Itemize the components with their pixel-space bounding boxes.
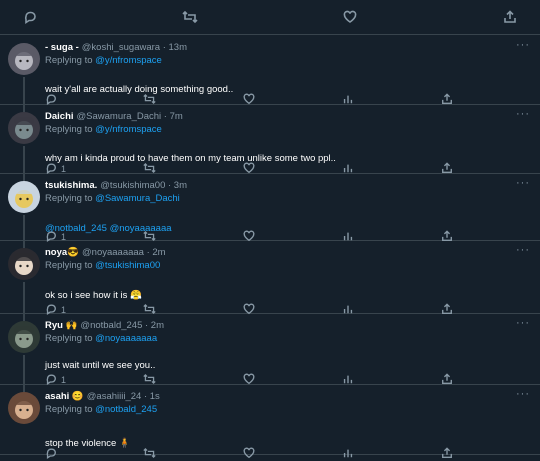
tweet[interactable]: asahi 😊 @asahiiii_24 · 1s ··· Replying to… [0,384,540,459]
tweet[interactable]: tsukishima. @tsukishima00 · 3m ··· Replyi… [0,173,540,248]
analytics-button[interactable] [342,447,354,461]
avatar[interactable] [8,112,40,144]
tweet-header: tsukishima. @tsukishima00 · 3m [45,180,187,191]
tweet-actions [45,447,495,461]
replying-to: Replying to @notbald_245 [45,404,157,415]
like-icon [243,447,255,461]
replying-label: Replying to [45,193,93,204]
more-options-icon[interactable]: ··· [516,244,530,256]
reply-icon[interactable] [20,7,40,27]
tweet-header: - suga - @koshi_sugawara · 13m [45,42,187,53]
avatar[interactable] [8,392,40,424]
retweet-icon [143,447,156,461]
tweet-header: noya😎 @noyaaaaaaa · 2m [45,247,166,258]
replying-label: Replying to [45,260,93,271]
more-options-icon[interactable]: ··· [516,388,530,400]
like-button[interactable] [243,447,255,461]
more-options-icon[interactable]: ··· [516,39,530,51]
handle-and-time[interactable]: @tsukishima00 · 3m [100,180,187,191]
handle-and-time[interactable]: @noyaaaaaaa · 2m [82,247,166,258]
avatar[interactable] [8,181,40,213]
replying-to: Replying to @y/nfromspace [45,124,162,135]
replying-to-link[interactable]: @y/nfromspace [95,124,162,135]
retweet-icon[interactable] [180,7,200,27]
avatar[interactable] [8,321,40,353]
tweet-text-content: ok so i see how it is 😤 [45,290,142,301]
share-icon [441,447,453,461]
display-name[interactable]: noya😎 [45,247,79,258]
retweet-button[interactable] [143,447,156,461]
replying-to: Replying to @Sawamura_Dachi [45,193,180,204]
share-icon[interactable] [500,7,520,27]
tweet-header: Ryu 🙌 @notbald_245 · 2m [45,320,164,331]
replying-to: Replying to @tsukishima00 [45,260,160,271]
tweet-header: asahi 😊 @asahiiii_24 · 1s [45,391,160,402]
tweet-text: just wait until we see you.. [45,360,155,371]
tweet-text-content: just wait until we see you.. [45,360,156,371]
replying-to: Replying to @y/nfromspace [45,55,162,66]
more-options-icon[interactable]: ··· [516,317,530,329]
share-button[interactable] [441,447,453,461]
replying-to: Replying to @noyaaaaaaa [45,333,157,344]
display-name[interactable]: - suga - [45,42,79,53]
replying-to-link[interactable]: @noyaaaaaaa [95,333,157,344]
tweet[interactable]: Daichi @Sawamura_Dachi · 7m ··· Replying … [0,104,540,181]
replying-to-link[interactable]: @tsukishima00 [95,260,160,271]
tweet[interactable]: noya😎 @noyaaaaaaa · 2m ··· Replying to @t… [0,240,540,321]
analytics-icon [342,447,354,461]
tweet-text: ok so i see how it is 😤 [45,290,142,301]
avatar[interactable] [8,248,40,280]
like-icon[interactable] [340,7,360,27]
tweet[interactable]: - suga - @koshi_sugawara · 13m ··· Replyi… [0,35,540,112]
replying-to-link[interactable]: @y/nfromspace [95,55,162,66]
display-name[interactable]: Ryu 🙌 [45,320,77,331]
avatar[interactable] [8,43,40,75]
replying-to-link[interactable]: @notbald_245 [95,404,157,415]
more-options-icon[interactable]: ··· [516,108,530,120]
tweet[interactable]: Ryu 🙌 @notbald_245 · 2m ··· Replying to @… [0,313,540,392]
display-name[interactable]: Daichi [45,111,74,122]
more-options-icon[interactable]: ··· [516,177,530,189]
handle-and-time[interactable]: @notbald_245 · 2m [80,320,164,331]
replying-to-link[interactable]: @Sawamura_Dachi [95,193,180,204]
previous-tweet-actions [0,0,540,35]
display-name[interactable]: tsukishima. [45,180,97,191]
handle-and-time[interactable]: @asahiiii_24 · 1s [87,391,160,402]
tweet-header: Daichi @Sawamura_Dachi · 7m [45,111,183,122]
handle-and-time[interactable]: @koshi_sugawara · 13m [82,42,187,53]
display-name[interactable]: asahi 😊 [45,391,84,402]
replying-label: Replying to [45,333,93,344]
handle-and-time[interactable]: @Sawamura_Dachi · 7m [77,111,183,122]
reply-button[interactable] [45,447,61,461]
replying-label: Replying to [45,404,93,415]
replying-label: Replying to [45,55,93,66]
reply-icon [45,447,57,461]
replying-label: Replying to [45,124,93,135]
